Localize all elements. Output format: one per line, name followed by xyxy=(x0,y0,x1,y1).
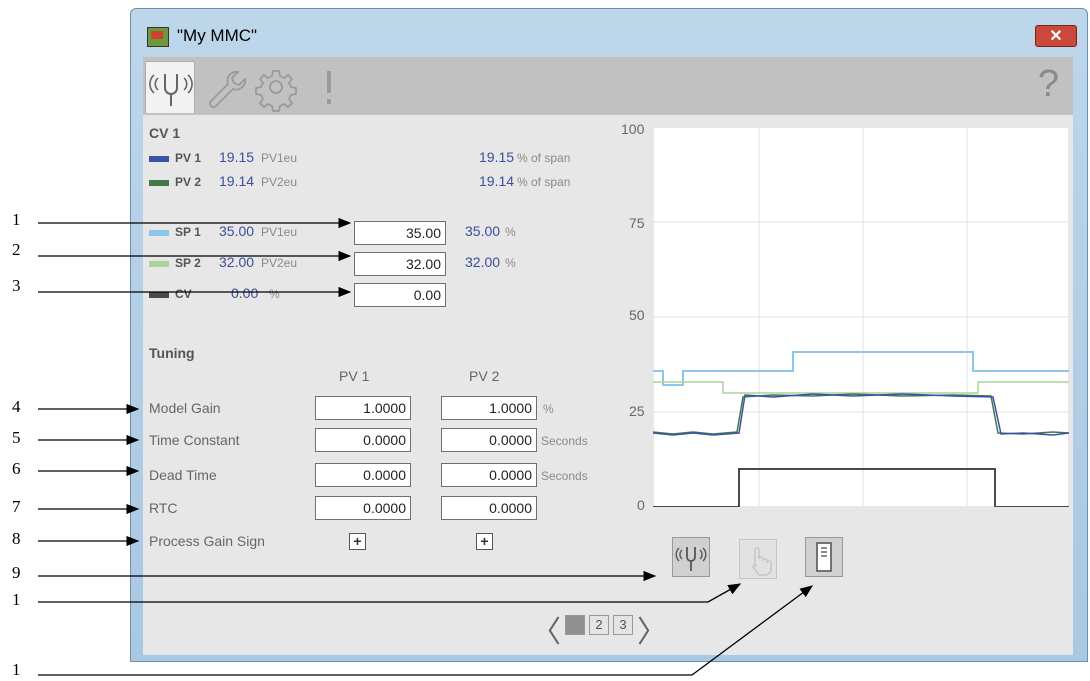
window-title: "My MMC" xyxy=(177,26,258,45)
pv1-percent-unit: % of span xyxy=(517,151,571,165)
callout-number: 6 xyxy=(12,459,21,478)
tab-bar: ? xyxy=(143,57,1073,115)
process-gain-sign-pv1-button[interactable]: + xyxy=(349,533,366,550)
prev-page-button[interactable]: 〈 xyxy=(531,607,561,651)
trend-tick-25: 25 xyxy=(629,403,645,419)
sp2-legend-swatch xyxy=(149,261,169,267)
pv1-value: 19.15 xyxy=(219,149,255,165)
tuning-fork-icon xyxy=(149,74,193,106)
sp1-value: 35.00 xyxy=(219,223,255,239)
sp1-percent: 35.00 xyxy=(465,223,501,239)
pv2-legend-swatch xyxy=(149,180,169,186)
time-constant-pv2-entry[interactable]: 0.0000 xyxy=(441,428,537,452)
trend-tick-75: 75 xyxy=(629,215,645,231)
server-icon xyxy=(816,542,832,572)
tuning-pv2-header: PV 2 xyxy=(469,368,500,384)
help-icon[interactable]: ? xyxy=(1038,63,1059,106)
pv2-value: 19.14 xyxy=(219,173,255,189)
sp1-percent-unit: % xyxy=(505,225,516,239)
page-1-button[interactable]: 1 xyxy=(565,615,585,635)
tab-diagnostics[interactable] xyxy=(304,61,354,113)
sp2-percent-unit: % xyxy=(505,256,516,270)
program-mode-button[interactable] xyxy=(805,537,843,577)
callout-number: 8 xyxy=(12,529,21,548)
rtc-pv2-entry[interactable]: 0.0000 xyxy=(441,496,537,520)
model-gain-label: Model Gain xyxy=(149,400,221,416)
cv-entry[interactable]: 0.00 xyxy=(354,283,446,307)
title-bar: "My MMC" ✕ xyxy=(131,9,1087,57)
pv2-eu: PV2eu xyxy=(261,175,298,189)
cv-eu: % xyxy=(269,287,280,301)
sp2-entry[interactable]: 32.00 xyxy=(354,252,446,276)
cv-section-title: CV 1 xyxy=(149,125,181,141)
tab-engineering[interactable] xyxy=(251,61,301,113)
page-3-button[interactable]: 3 xyxy=(613,615,633,635)
callout-number: 4 xyxy=(12,397,21,416)
model-gain-pv2-entry[interactable]: 1.0000 xyxy=(441,396,537,420)
callout-number: 1 xyxy=(12,210,21,229)
pv1-eu: PV1eu xyxy=(261,151,298,165)
dead-time-pv1-entry[interactable]: 0.0000 xyxy=(315,463,411,487)
dead-time-unit: Seconds xyxy=(541,469,588,483)
manual-mode-button[interactable] xyxy=(739,539,777,579)
gear-icon xyxy=(255,70,297,112)
sp2-label: SP 2 xyxy=(175,256,201,270)
dead-time-pv2-entry[interactable]: 0.0000 xyxy=(441,463,537,487)
trend-tick-50: 50 xyxy=(629,307,645,323)
close-button[interactable]: ✕ xyxy=(1035,25,1077,47)
cv-legend-swatch xyxy=(149,292,169,298)
wrench-icon xyxy=(209,70,247,108)
page-2-button[interactable]: 2 xyxy=(589,615,609,635)
model-gain-pv1-entry[interactable]: 1.0000 xyxy=(315,396,411,420)
rtc-label: RTC xyxy=(149,500,178,516)
cv-value: 0.00 xyxy=(231,285,259,301)
model-gain-unit: % xyxy=(543,402,554,416)
process-gain-sign-pv2-button[interactable]: + xyxy=(476,533,493,550)
dead-time-label: Dead Time xyxy=(149,467,217,483)
callout-number: 1 xyxy=(12,590,21,609)
faceplate-window: "My MMC" ✕ ? CV 1 PV 1 19.15 PV1eu 19.15… xyxy=(130,8,1088,662)
exclamation-icon xyxy=(327,71,331,104)
cv-label: CV xyxy=(175,287,192,301)
sp2-percent: 32.00 xyxy=(465,254,501,270)
pv2-percent: 19.14 xyxy=(479,173,515,189)
tab-operator[interactable] xyxy=(145,61,195,113)
pv1-percent: 19.15 xyxy=(479,149,515,165)
pv1-legend-swatch xyxy=(149,156,169,162)
rtc-pv1-entry[interactable]: 0.0000 xyxy=(315,496,411,520)
callout-number: 5 xyxy=(12,428,21,447)
callout-number: 3 xyxy=(12,276,21,295)
hand-icon xyxy=(752,547,772,576)
tuning-fork-icon xyxy=(675,547,707,571)
callout-number: 9 xyxy=(12,563,21,582)
sp2-value: 32.00 xyxy=(219,254,255,270)
sp1-legend-swatch xyxy=(149,230,169,236)
pv2-percent-unit: % of span xyxy=(517,175,571,189)
trend-tick-0: 0 xyxy=(637,497,645,513)
sp1-eu: PV1eu xyxy=(261,225,298,239)
app-icon xyxy=(147,27,169,47)
callout-number: 7 xyxy=(12,497,21,516)
time-constant-label: Time Constant xyxy=(149,432,240,448)
operator-mode-button[interactable] xyxy=(672,537,710,577)
time-constant-unit: Seconds xyxy=(541,434,588,448)
next-page-button[interactable]: 〉 xyxy=(637,607,667,651)
tuning-pv1-header: PV 1 xyxy=(339,368,370,384)
faceplate-body: ? CV 1 PV 1 19.15 PV1eu 19.15 % of span … xyxy=(143,57,1073,655)
callout-number: 1 xyxy=(12,660,21,679)
process-gain-sign-label: Process Gain Sign xyxy=(149,533,265,549)
sp2-eu: PV2eu xyxy=(261,256,298,270)
callout-number: 2 xyxy=(12,240,21,259)
trend-tick-100: 100 xyxy=(621,121,645,137)
tab-maintenance[interactable] xyxy=(198,61,248,113)
time-constant-pv1-entry[interactable]: 0.0000 xyxy=(315,428,411,452)
pv1-label: PV 1 xyxy=(175,151,202,165)
sp1-entry[interactable]: 35.00 xyxy=(354,221,446,245)
tuning-section-title: Tuning xyxy=(149,345,195,361)
trend-chart xyxy=(653,127,1069,507)
sp1-label: SP 1 xyxy=(175,225,201,239)
pv2-label: PV 2 xyxy=(175,175,202,189)
